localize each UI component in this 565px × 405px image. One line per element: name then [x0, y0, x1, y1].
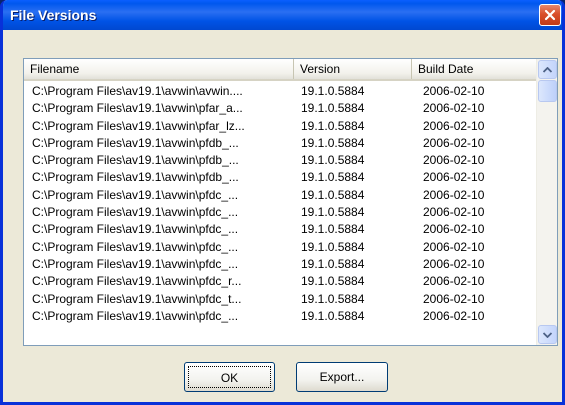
list-header: Filename Version Build Date [24, 59, 536, 81]
cell-build-date: 2006-02-10 [423, 239, 485, 254]
cell-version: 19.1.0.5884 [301, 256, 365, 271]
cell-filename: C:\Program Files\av19.1\avwin\pfdc_... [32, 256, 239, 271]
table-row[interactable]: C:\Program Files\av19.1\avwin\pfdb_... 19… [24, 152, 536, 169]
cell-build-date: 2006-02-10 [423, 205, 485, 220]
chevron-up-icon [543, 66, 552, 73]
cell-build-date: 2006-02-10 [423, 170, 485, 185]
cell-filename: C:\Program Files\av19.1\avwin\pfdb_... [32, 135, 239, 150]
cell-filename: C:\Program Files\av19.1\avwin\pfdc_... [32, 239, 239, 254]
cell-filename: C:\Program Files\av19.1\avwin\pfdc_... [32, 187, 239, 202]
table-row[interactable]: C:\Program Files\av19.1\avwin\avwin.... 1… [24, 83, 536, 100]
file-versions-dialog: File Versions Filename Version Build Dat… [0, 0, 565, 405]
close-icon [544, 9, 556, 21]
scroll-thumb[interactable] [538, 80, 557, 102]
cell-filename: C:\Program Files\av19.1\avwin\pfar_lz... [32, 118, 245, 133]
table-row[interactable]: C:\Program Files\av19.1\avwin\pfdc_t... 1… [24, 291, 536, 308]
cell-version: 19.1.0.5884 [301, 170, 365, 185]
cell-filename: C:\Program Files\av19.1\avwin\pfdc_... [32, 222, 239, 237]
cell-version: 19.1.0.5884 [301, 308, 365, 323]
cell-version: 19.1.0.5884 [301, 101, 365, 116]
table-row[interactable]: C:\Program Files\av19.1\avwin\pfdc_... 19… [24, 239, 536, 256]
table-row[interactable]: C:\Program Files\av19.1\avwin\pfdc_r... 1… [24, 273, 536, 290]
scroll-down-button[interactable] [538, 325, 557, 344]
scroll-up-button[interactable] [538, 60, 557, 79]
list-rows: C:\Program Files\av19.1\avwin\avwin.... 1… [24, 83, 536, 325]
cell-filename: C:\Program Files\av19.1\avwin\pfdc_r... [32, 274, 242, 289]
ok-button[interactable]: OK [184, 362, 275, 392]
cell-build-date: 2006-02-10 [423, 222, 485, 237]
table-row[interactable]: C:\Program Files\av19.1\avwin\pfdb_... 19… [24, 135, 536, 152]
ok-button-label: OK [188, 366, 271, 388]
cell-filename: C:\Program Files\av19.1\avwin\pfdb_... [32, 170, 239, 185]
cell-build-date: 2006-02-10 [423, 118, 485, 133]
table-row[interactable]: C:\Program Files\av19.1\avwin\pfdb_... 19… [24, 169, 536, 186]
table-row[interactable]: C:\Program Files\av19.1\avwin\pfdc_... 19… [24, 221, 536, 238]
cell-build-date: 2006-02-10 [423, 153, 485, 168]
cell-version: 19.1.0.5884 [301, 118, 365, 133]
close-button[interactable] [539, 4, 561, 26]
cell-version: 19.1.0.5884 [301, 239, 365, 254]
cell-version: 19.1.0.5884 [301, 187, 365, 202]
cell-filename: C:\Program Files\av19.1\avwin\pfdc_t... [32, 291, 242, 306]
cell-version: 19.1.0.5884 [301, 291, 365, 306]
cell-version: 19.1.0.5884 [301, 135, 365, 150]
chevron-down-icon [543, 331, 552, 338]
table-row[interactable]: C:\Program Files\av19.1\avwin\pfdc_... 19… [24, 187, 536, 204]
cell-filename: C:\Program Files\av19.1\avwin\pfar_a... [32, 101, 243, 116]
cell-build-date: 2006-02-10 [423, 135, 485, 150]
window-title: File Versions [10, 7, 97, 23]
table-row[interactable]: C:\Program Files\av19.1\avwin\pfar_a... 1… [24, 100, 536, 117]
cell-filename: C:\Program Files\av19.1\avwin\pfdc_... [32, 205, 239, 220]
cell-build-date: 2006-02-10 [423, 274, 485, 289]
cell-filename: C:\Program Files\av19.1\avwin\avwin.... [32, 84, 243, 98]
cell-build-date: 2006-02-10 [423, 187, 485, 202]
title-bar[interactable]: File Versions [3, 0, 562, 30]
cell-version: 19.1.0.5884 [301, 153, 365, 168]
export-button[interactable]: Export... [296, 362, 388, 392]
cell-version: 19.1.0.5884 [301, 274, 365, 289]
column-header-filename[interactable]: Filename [24, 59, 294, 79]
cell-version: 19.1.0.5884 [301, 84, 365, 98]
vertical-scrollbar[interactable] [536, 59, 557, 345]
cell-build-date: 2006-02-10 [423, 84, 485, 98]
cell-version: 19.1.0.5884 [301, 222, 365, 237]
table-row[interactable]: C:\Program Files\av19.1\avwin\pfdc_... 19… [24, 256, 536, 273]
column-header-version[interactable]: Version [294, 59, 412, 79]
cell-version: 19.1.0.5884 [301, 205, 365, 220]
cell-filename: C:\Program Files\av19.1\avwin\pfdc_... [32, 308, 239, 323]
table-row[interactable]: C:\Program Files\av19.1\avwin\pfdc_... 19… [24, 308, 536, 325]
cell-build-date: 2006-02-10 [423, 308, 485, 323]
file-list[interactable]: Filename Version Build Date C:\Program F… [23, 58, 558, 346]
column-header-build-date[interactable]: Build Date [412, 59, 536, 79]
cell-build-date: 2006-02-10 [423, 291, 485, 306]
table-row[interactable]: C:\Program Files\av19.1\avwin\pfar_lz...… [24, 118, 536, 135]
table-row[interactable]: C:\Program Files\av19.1\avwin\pfdc_... 19… [24, 204, 536, 221]
cell-build-date: 2006-02-10 [423, 101, 485, 116]
cell-build-date: 2006-02-10 [423, 256, 485, 271]
cell-filename: C:\Program Files\av19.1\avwin\pfdb_... [32, 153, 239, 168]
